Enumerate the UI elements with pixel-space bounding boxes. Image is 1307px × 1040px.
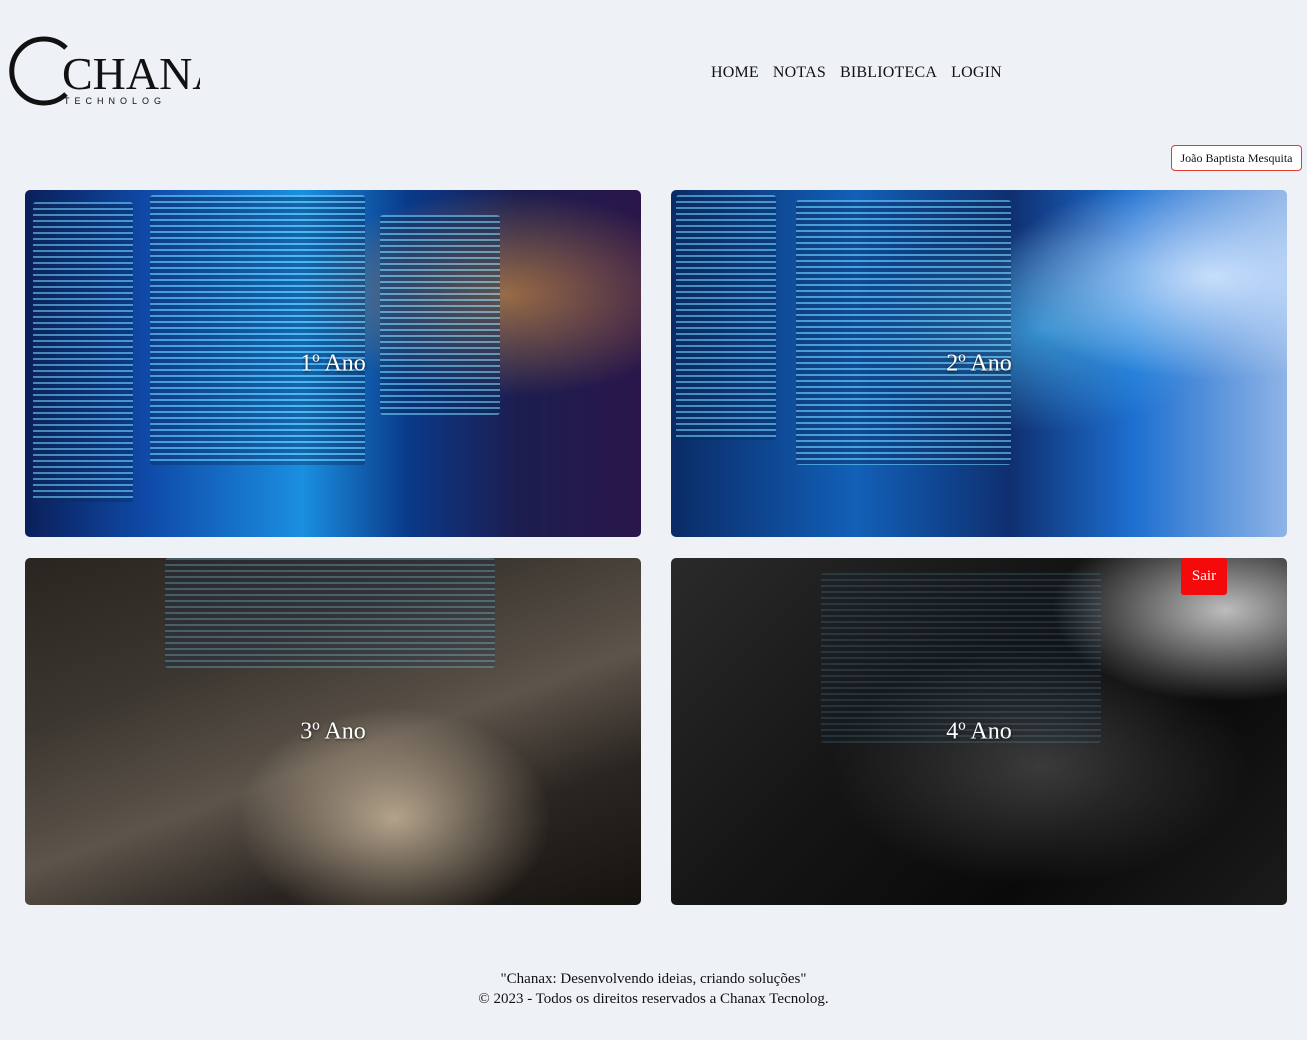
nav-notas[interactable]: NOTAS <box>773 64 826 82</box>
logo-wordmark: CHANAX <box>62 48 200 99</box>
card-1-ano[interactable]: 1º Ano <box>25 190 641 537</box>
card-image-laptop-screen <box>165 558 495 668</box>
card-image-monitor <box>150 195 365 465</box>
chanax-logo[interactable]: CHANAX TECHNOLOG <box>4 34 200 108</box>
footer: "Chanax: Desenvolvendo ideias, criando s… <box>0 969 1307 1009</box>
card-4-ano[interactable]: 4º Ano <box>671 558 1287 905</box>
logo-subtitle: TECHNOLOG <box>64 96 166 106</box>
card-label: 2º Ano <box>946 350 1012 376</box>
card-image-monitor <box>380 215 500 415</box>
footer-copyright: © 2023 - Todos os direitos reservados a … <box>478 991 829 1007</box>
card-label: 4º Ano <box>946 718 1012 744</box>
main-nav: HOME NOTAS BIBLIOTECA LOGIN <box>711 64 1002 82</box>
footer-quote: "Chanax: Desenvolvendo ideias, criando s… <box>500 971 807 987</box>
nav-biblioteca[interactable]: BIBLIOTECA <box>840 64 937 82</box>
card-3-ano[interactable]: 3º Ano <box>25 558 641 905</box>
card-label: 1º Ano <box>300 350 366 376</box>
card-2-ano[interactable]: 2º Ano <box>671 190 1287 537</box>
card-label: 3º Ano <box>300 718 366 744</box>
card-image-monitor <box>676 195 776 440</box>
nav-login[interactable]: LOGIN <box>951 64 1002 82</box>
nav-home[interactable]: HOME <box>711 64 759 82</box>
logout-button[interactable]: Sair <box>1181 558 1227 595</box>
user-name-badge: João Baptista Mesquita <box>1171 145 1302 171</box>
card-image-monitor <box>796 200 1011 465</box>
